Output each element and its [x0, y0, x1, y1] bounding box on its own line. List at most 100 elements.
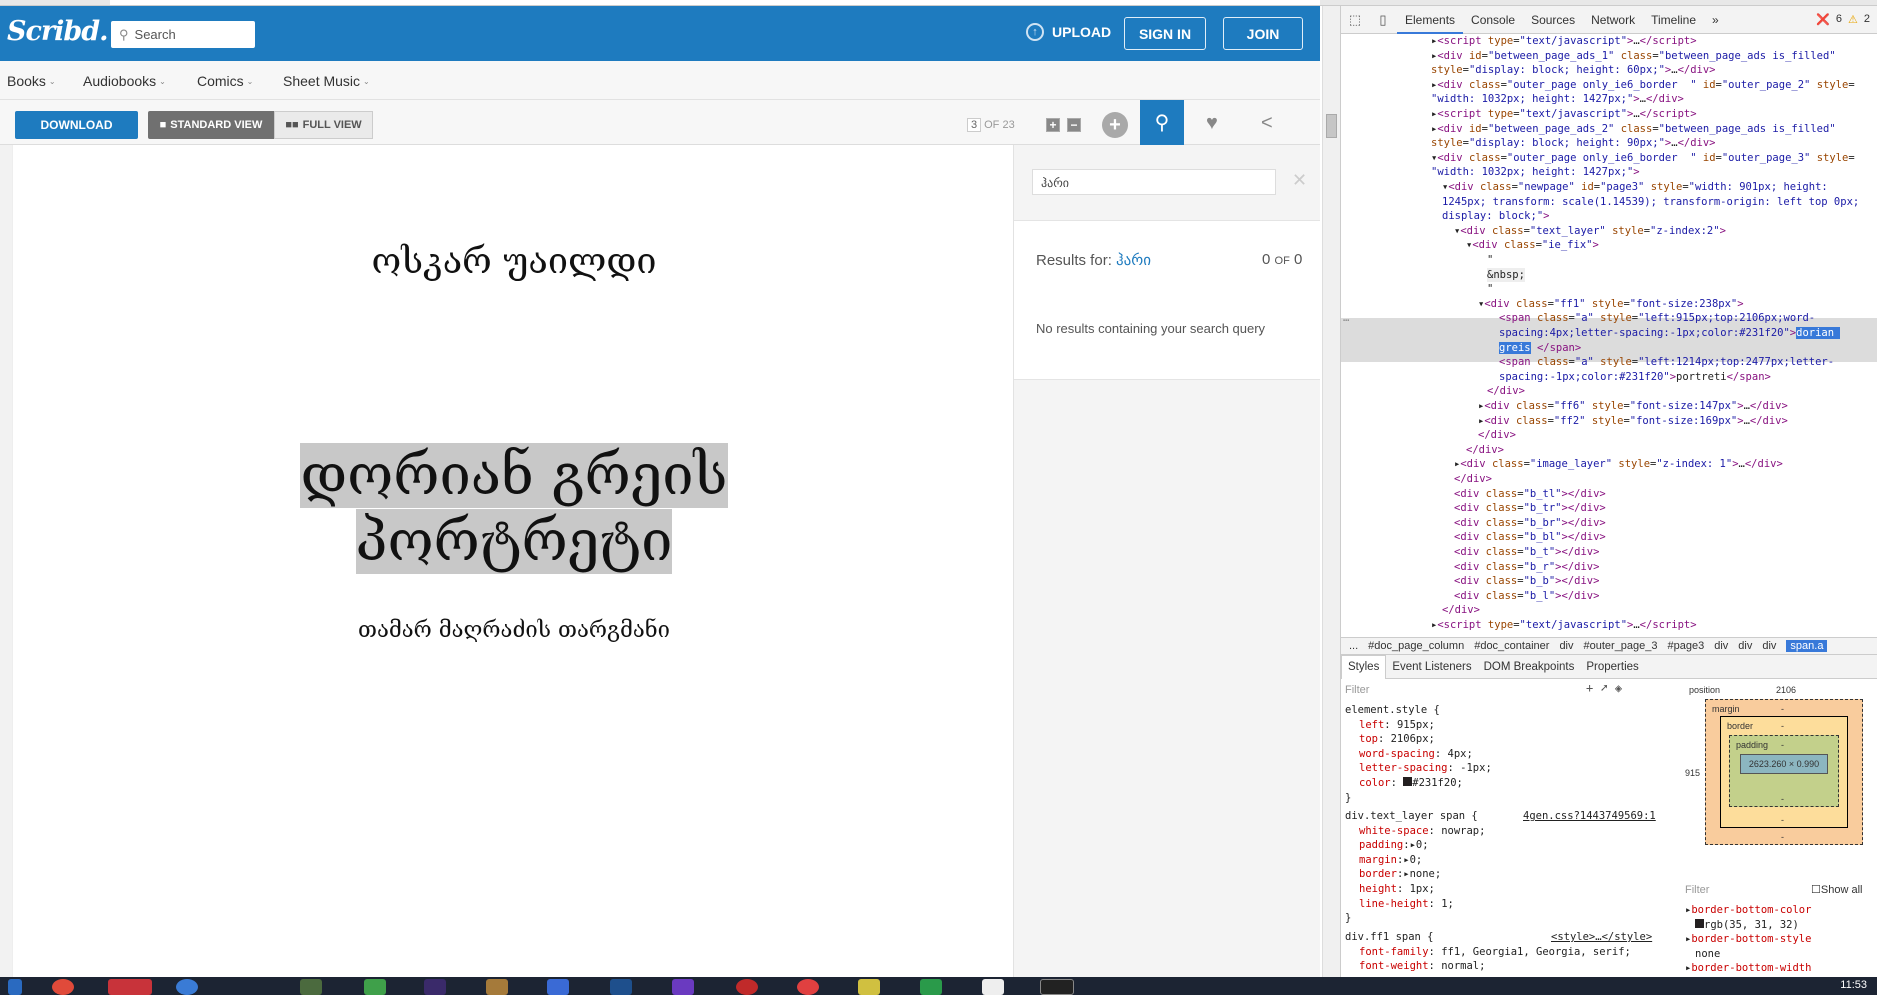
address-bar[interactable] — [110, 0, 1320, 5]
nav-books[interactable]: Books ⌄ — [7, 73, 56, 89]
add-to-library-icon[interactable]: + — [1102, 112, 1128, 138]
crumb[interactable]: #doc_container — [1474, 640, 1549, 652]
after-effects-icon[interactable] — [424, 979, 446, 995]
dom-line[interactable]: ▸<div class="ff2" style="font-size:169px… — [1478, 414, 1788, 429]
dom-line[interactable]: ▸<script type="text/javascript">…</scrip… — [1431, 34, 1697, 49]
dom-line[interactable]: </div> — [1466, 443, 1504, 458]
dom-line[interactable]: style="display: block; height: 60px;">…<… — [1431, 63, 1716, 78]
computed-prop[interactable]: ▸border-bottom-style — [1685, 932, 1811, 947]
dom-line[interactable]: ▸<div class="ff6" style="font-size:147px… — [1478, 399, 1788, 414]
app-icon[interactable] — [300, 979, 322, 995]
more-tabs-icon[interactable]: » — [1704, 13, 1727, 27]
tab-properties[interactable]: Properties — [1580, 661, 1644, 673]
inspect-icon[interactable]: ⬚ — [1341, 12, 1369, 28]
dom-line[interactable]: ▸<script type="text/javascript">…</scrip… — [1431, 618, 1697, 633]
style-decl[interactable]: word-spacing: 4px; — [1359, 747, 1473, 762]
crumb[interactable]: div — [1762, 640, 1776, 652]
computed-prop[interactable]: ▸border-bottom-color — [1685, 903, 1811, 918]
taskbar-clock[interactable]: 11:53 — [1840, 979, 1867, 991]
dom-line[interactable]: <div class="b_r"></div> — [1454, 560, 1599, 575]
computed-filter-input[interactable]: Filter — [1685, 883, 1709, 898]
dom-line[interactable]: <div class="b_l"></div> — [1454, 589, 1599, 604]
zoom-out-icon[interactable]: − — [1067, 118, 1081, 132]
close-icon[interactable]: ✕ — [1292, 170, 1307, 191]
full-view-button[interactable]: ■■ FULL VIEW — [274, 111, 373, 139]
style-decl[interactable]: padding:▸0; — [1359, 838, 1429, 853]
dom-line[interactable]: "width: 1032px; height: 1427px;"> — [1431, 165, 1640, 180]
dom-line[interactable]: <div class="b_tr"></div> — [1454, 501, 1606, 516]
app-icon[interactable] — [797, 979, 819, 995]
tab-sources[interactable]: Sources — [1523, 13, 1583, 27]
app-icon[interactable] — [1040, 979, 1074, 995]
page-scrollbar[interactable] — [1322, 6, 1340, 977]
download-button[interactable]: DOWNLOAD — [15, 111, 138, 139]
app-icon[interactable] — [486, 979, 508, 995]
opera-icon[interactable] — [108, 979, 152, 995]
tab-console[interactable]: Console — [1463, 13, 1523, 27]
heart-icon[interactable]: ♥ — [1206, 112, 1218, 135]
photoshop-icon[interactable] — [610, 979, 632, 995]
style-decl[interactable]: font-family: ff1, Georgia1, Georgia, ser… — [1359, 945, 1631, 960]
chrome-icon[interactable] — [52, 979, 74, 995]
style-source-link[interactable]: <style>…</style> — [1551, 930, 1652, 945]
crumb[interactable]: div — [1738, 640, 1752, 652]
search-input[interactable]: ⚲ Search — [111, 21, 255, 48]
dom-line[interactable]: ▾<div class="newpage" id="page3" style="… — [1442, 180, 1828, 195]
crumb[interactable]: div — [1559, 640, 1573, 652]
device-mode-icon[interactable]: ▯ — [1369, 12, 1397, 28]
dom-line[interactable]: ▾<div class="ie_fix"> — [1466, 238, 1599, 253]
dom-line[interactable]: </div> — [1487, 384, 1525, 399]
crumb-active[interactable]: span.a — [1786, 640, 1828, 652]
dom-line[interactable]: <div class="b_br"></div> — [1454, 516, 1606, 531]
style-source-link[interactable]: 4gen.css?1443749569:1 — [1523, 809, 1656, 824]
show-all-checkbox[interactable]: ☐Show all — [1811, 883, 1862, 898]
style-decl[interactable]: letter-spacing: -1px; — [1359, 761, 1492, 776]
sign-in-button[interactable]: SIGN IN — [1124, 17, 1206, 50]
style-decl[interactable]: font-weight: normal; — [1359, 959, 1485, 974]
dom-tree[interactable]: ▸<script type="text/javascript">…</scrip… — [1341, 34, 1877, 637]
dom-line[interactable]: <div class="b_b"></div> — [1454, 574, 1599, 589]
dom-line[interactable]: style="display: block; height: 90px;">…<… — [1431, 136, 1716, 151]
style-decl[interactable]: top: 2106px; — [1359, 732, 1435, 747]
dom-line[interactable]: ▸<div class="outer_page only_ie6_border … — [1431, 78, 1855, 93]
dom-line[interactable]: </div> — [1442, 603, 1480, 618]
dom-line[interactable]: <div class="b_bl"></div> — [1454, 530, 1606, 545]
page-current[interactable]: 3 — [967, 118, 982, 132]
style-decl[interactable]: left: 915px; — [1359, 718, 1435, 733]
start-icon[interactable] — [8, 979, 22, 995]
style-decl[interactable]: color: #231f20; — [1359, 776, 1463, 791]
dom-line[interactable]: ▾<div class="outer_page only_ie6_border … — [1431, 151, 1855, 166]
dom-line[interactable]: </div> — [1478, 428, 1516, 443]
app-icon[interactable] — [920, 979, 942, 995]
dom-line[interactable]: <div class="b_t"></div> — [1454, 545, 1599, 560]
dom-line[interactable]: ▾<div class="ff1" style="font-size:238px… — [1478, 297, 1744, 312]
crumb[interactable]: div — [1714, 640, 1728, 652]
zoom-in-icon[interactable]: + — [1046, 118, 1060, 132]
upload-button[interactable]: ↑ UPLOAD — [1026, 23, 1111, 41]
styles-toolbar-icons[interactable]: + ➚ ◈ — [1586, 681, 1622, 696]
dom-line[interactable]: ▾<div class="text_layer" style="z-index:… — [1454, 224, 1726, 239]
dom-line[interactable]: ▸<div class="image_layer" style="z-index… — [1454, 457, 1783, 472]
join-button[interactable]: JOIN — [1223, 17, 1303, 50]
app-icon[interactable] — [858, 979, 880, 995]
dom-line[interactable]: 1245px; transform: scale(1.14539); trans… — [1442, 195, 1859, 210]
dom-line[interactable]: <span class="a" style="left:1214px;top:2… — [1499, 355, 1834, 370]
dom-line[interactable]: ▸<script type="text/javascript">…</scrip… — [1431, 107, 1697, 122]
app-icon[interactable] — [736, 979, 758, 995]
tab-dom-breakpoints[interactable]: DOM Breakpoints — [1478, 661, 1581, 673]
style-rule[interactable]: div.text_layer span { — [1345, 809, 1478, 824]
tab-event-listeners[interactable]: Event Listeners — [1386, 661, 1477, 673]
scribd-logo[interactable]: Scribd. — [7, 16, 109, 47]
document-search-input[interactable]: ჰარი — [1032, 169, 1276, 195]
dom-line[interactable]: </div> — [1454, 472, 1492, 487]
app-icon[interactable] — [982, 979, 1004, 995]
style-rule[interactable]: element.style { — [1345, 703, 1440, 718]
app-icon[interactable] — [547, 979, 569, 995]
style-rule[interactable]: div.ff1 span { — [1345, 930, 1434, 945]
tab-styles[interactable]: Styles — [1341, 654, 1387, 679]
dom-line[interactable]: "width: 1032px; height: 1427px;">…</div> — [1431, 92, 1684, 107]
nav-sheet-music[interactable]: Sheet Music ⌄ — [283, 73, 370, 89]
dom-line-selected[interactable]: <span class="a" style="left:915px;top:21… — [1499, 311, 1815, 326]
style-decl[interactable]: line-height: 1; — [1359, 897, 1454, 912]
dom-line[interactable]: ▸<div id="between_page_ads_2" class="bet… — [1431, 122, 1836, 137]
